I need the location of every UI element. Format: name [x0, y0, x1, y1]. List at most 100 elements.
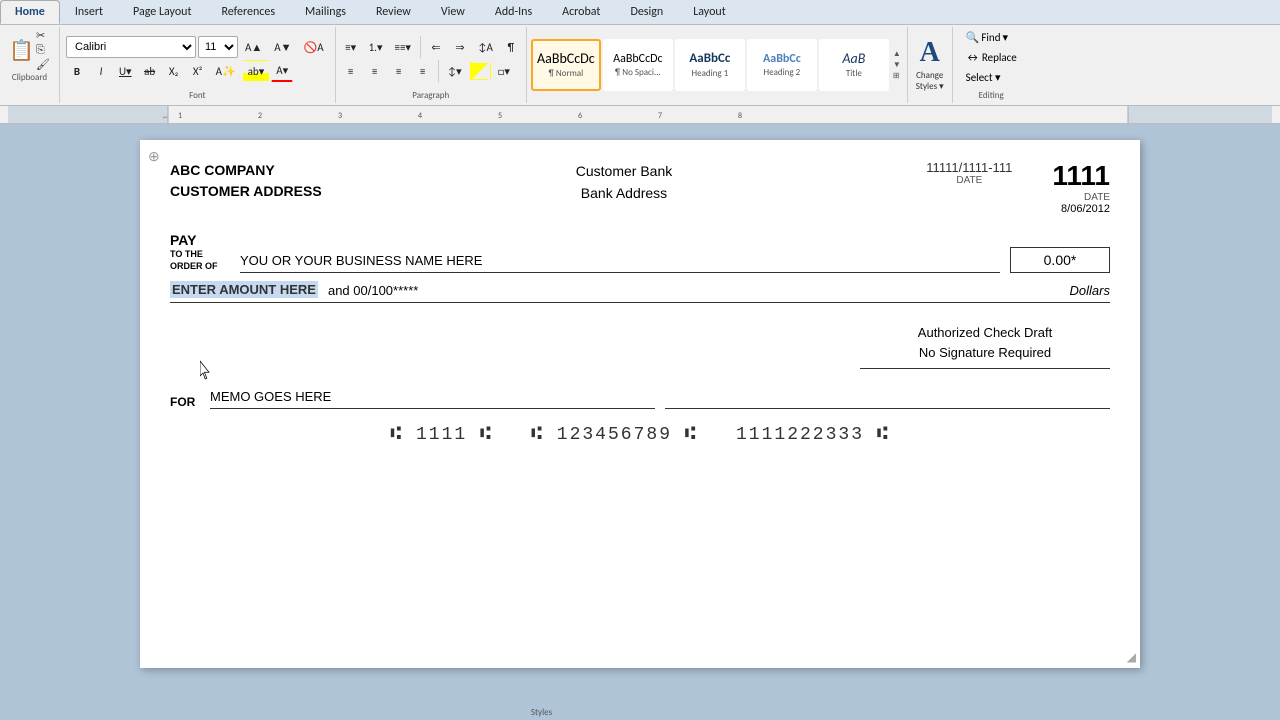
style-normal-label: ¶ Normal: [549, 68, 584, 79]
find-button[interactable]: 🔍 Find ▾: [959, 29, 1024, 46]
borders-button[interactable]: □▾: [493, 60, 515, 82]
style-normal-preview: AaBbCcDc: [537, 51, 595, 68]
doc-resize-handle[interactable]: ◢: [1127, 650, 1136, 664]
justify-button[interactable]: ≡: [412, 60, 434, 82]
font-group-label: Font: [66, 89, 329, 101]
tab-home[interactable]: Home: [0, 0, 60, 24]
sig-line: [665, 389, 1110, 409]
text-effects-button[interactable]: A✨: [211, 60, 241, 82]
line-spacing-button[interactable]: ↕▾: [443, 60, 467, 82]
tab-mailings[interactable]: Mailings: [290, 0, 361, 24]
change-styles-section[interactable]: A ChangeStyles ▾: [908, 27, 953, 103]
paragraph-group: ≡▾ 1.▾ ≡≡▾ ⇐ ⇒ ↕A ¶ ≡ ≡ ≡ ≡: [336, 27, 527, 103]
para-divider1: [420, 36, 421, 58]
shading-button[interactable]: [469, 62, 491, 80]
increase-font-button[interactable]: A▲: [240, 36, 267, 58]
svg-text:4: 4: [418, 111, 422, 121]
scroll-up-arrow: ▲: [893, 49, 901, 59]
tab-page-layout[interactable]: Page Layout: [118, 0, 206, 24]
cut-button[interactable]: ✂: [36, 29, 50, 42]
replace-button[interactable]: ↔ Replace: [959, 49, 1024, 66]
styles-label: Styles: [531, 706, 552, 718]
font-size-selector[interactable]: 11: [198, 36, 238, 58]
decrease-indent-button[interactable]: ⇐: [425, 36, 447, 58]
company-address: CUSTOMER ADDRESS: [170, 181, 322, 202]
find-arrow: ▾: [1002, 31, 1008, 44]
paste-button[interactable]: 📋: [9, 38, 34, 63]
select-button[interactable]: Select ▾: [959, 69, 1024, 86]
check-header: ABC COMPANY CUSTOMER ADDRESS Customer Ba…: [170, 160, 1110, 215]
font-color-button[interactable]: A▾: [271, 60, 293, 82]
numbering-button[interactable]: 1.▾: [364, 36, 388, 58]
font-controls: Calibri 11 A▲ A▼ 🚫A B I U▾ ab: [66, 36, 329, 82]
style-h1-preview: AaBbCc: [689, 51, 730, 67]
tab-addins[interactable]: Add-Ins: [480, 0, 547, 24]
to-the-order-label: TO THEORDER OF: [170, 249, 230, 272]
style-title-preview: AaB: [842, 51, 865, 68]
font-row2: B I U▾ ab X₂ X² A✨ ab▾ A▾: [66, 60, 329, 82]
tab-insert[interactable]: Insert: [60, 0, 118, 24]
clipboard-group: 📋 ✂ ⎘ 🖌 Clipboard: [0, 27, 60, 103]
style-no-spacing-button[interactable]: AaBbCcDc ¶ No Spaci...: [603, 39, 673, 91]
svg-text:2: 2: [258, 111, 262, 121]
tab-references[interactable]: References: [206, 0, 290, 24]
amount-highlight-text[interactable]: ENTER AMOUNT HERE: [170, 281, 318, 298]
copy-button[interactable]: ⎘: [36, 43, 50, 57]
auth-line2: No Signature Required: [860, 343, 1110, 364]
style-normal-button[interactable]: AaBbCcDc ¶ Normal: [531, 39, 601, 91]
doc-move-handle[interactable]: ⊕: [148, 148, 160, 165]
style-heading2-button[interactable]: AaBbCc Heading 2: [747, 39, 817, 91]
amount-box[interactable]: 0.00*: [1010, 247, 1110, 273]
svg-text:⌐: ⌐: [163, 112, 168, 123]
svg-text:5: 5: [498, 111, 502, 121]
dollars-label: Dollars: [1070, 283, 1110, 298]
align-center-button[interactable]: ≡: [364, 60, 386, 82]
tab-review[interactable]: Review: [361, 0, 426, 24]
style-title-button[interactable]: AaB Title: [819, 39, 889, 91]
font-family-selector[interactable]: Calibri: [66, 36, 196, 58]
tab-acrobat[interactable]: Acrobat: [547, 0, 615, 24]
style-heading1-button[interactable]: AaBbCc Heading 1: [675, 39, 745, 91]
pay-label: PAY: [170, 231, 230, 249]
style-h1-label: Heading 1: [691, 68, 728, 79]
editing-group: 🔍 Find ▾ ↔ Replace Select ▾ Editing: [953, 27, 1030, 103]
payee-line[interactable]: YOU OR YOUR BUSINESS NAME HERE: [240, 253, 1000, 273]
multilevel-list-button[interactable]: ≡≡▾: [389, 36, 415, 58]
align-left-button[interactable]: ≡: [340, 60, 362, 82]
clipboard-icons: 📋 ✂ ⎘ 🖌: [9, 29, 50, 71]
strikethrough-button[interactable]: ab: [139, 60, 161, 82]
ruler-content: 1 2 3 4 5 6 7 8 ⌐: [8, 106, 1272, 123]
editing-label: Editing: [959, 89, 1024, 101]
style-nospace-preview: AaBbCcDc: [613, 52, 662, 66]
scroll-down-arrow: ▼: [893, 60, 901, 70]
tab-layout[interactable]: Layout: [678, 0, 741, 24]
amount-words-row: ENTER AMOUNT HERE and 00/100***** Dollar…: [170, 281, 1110, 303]
underline-button[interactable]: U▾: [114, 60, 137, 82]
change-styles-label: ChangeStyles ▾: [916, 71, 944, 93]
company-name: ABC COMPANY: [170, 160, 322, 181]
bank-address: Bank Address: [576, 182, 672, 204]
subscript-button[interactable]: X₂: [163, 60, 185, 82]
italic-button[interactable]: I: [90, 60, 112, 82]
routing-area: 11111/1111-111 DATE: [926, 160, 1012, 186]
tab-view[interactable]: View: [426, 0, 480, 24]
date-area: DATE 8/06/2012: [1052, 192, 1110, 215]
decrease-font-button[interactable]: A▼: [269, 36, 296, 58]
show-formatting-button[interactable]: ¶: [500, 36, 522, 58]
styles-scroll-button[interactable]: ▲ ▼ ⊞: [891, 47, 903, 83]
sort-button[interactable]: ↕A: [473, 36, 498, 58]
authorized-text: Authorized Check Draft No Signature Requ…: [860, 323, 1110, 370]
bold-button[interactable]: B: [66, 60, 88, 82]
superscript-button[interactable]: X²: [187, 60, 209, 82]
align-right-button[interactable]: ≡: [388, 60, 410, 82]
clear-formatting-button[interactable]: 🚫A: [299, 36, 329, 58]
tab-design[interactable]: Design: [615, 0, 678, 24]
bullets-button[interactable]: ≡▾: [340, 36, 362, 58]
text-highlight-button[interactable]: ab▾: [243, 60, 270, 82]
format-painter-button[interactable]: 🖌: [36, 58, 50, 71]
svg-text:8: 8: [738, 111, 742, 121]
check-document[interactable]: ⊕ ABC COMPANY CUSTOMER ADDRESS Customer …: [140, 140, 1140, 668]
increase-indent-button[interactable]: ⇒: [449, 36, 471, 58]
ruler: 1 2 3 4 5 6 7 8 ⌐: [0, 106, 1280, 124]
memo-line[interactable]: MEMO GOES HERE: [210, 389, 655, 409]
